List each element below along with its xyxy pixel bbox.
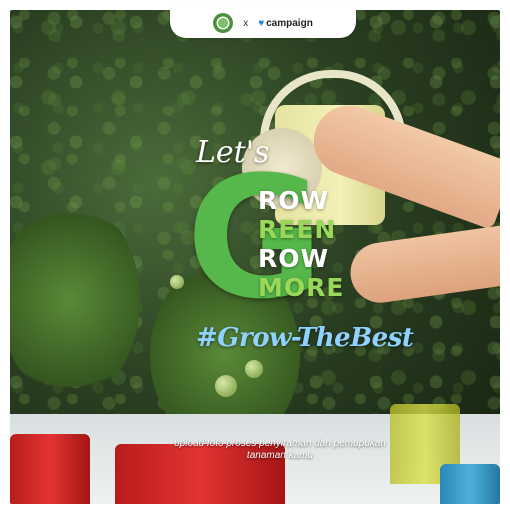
heart-icon: ♥ [258, 17, 265, 29]
tomato [170, 275, 184, 289]
pot-red-left [10, 434, 90, 504]
headline-words: ROW REEN ROW MORE [258, 186, 344, 302]
campaign-image: Let's G ROW REEN ROW MORE #Grow-TheBest … [10, 10, 500, 504]
campaign-brand: ♥ campaign [258, 18, 313, 29]
tomato [245, 360, 263, 378]
headline-line-more: MORE [258, 273, 345, 302]
headline-line-row: ROW [258, 186, 330, 215]
tomato [215, 375, 237, 397]
headline-line-reen: REEN [258, 215, 337, 244]
header-pill: x ♥ campaign [170, 8, 356, 38]
brand-label: campaign [266, 17, 313, 29]
hashtag: #Grow-TheBest [196, 323, 414, 353]
pot-blue-right [440, 464, 500, 504]
separator-text: x [243, 17, 249, 29]
grow-green-logo-icon [213, 13, 234, 33]
caption: upload foto proses penyiraman dan pemupu… [174, 438, 386, 461]
headline-line-row-2: ROW [258, 244, 330, 273]
